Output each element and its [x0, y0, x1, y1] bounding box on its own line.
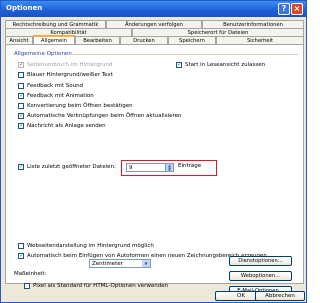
checkbox[interactable]	[18, 252, 24, 259]
option-label: Nachricht als Anlage senden	[27, 123, 106, 129]
unit-label: Maßeinheit:	[14, 271, 47, 277]
chevron-down-icon[interactable]: ▼	[142, 260, 150, 267]
option-animation-feedback[interactable]: Feedback mit Animation	[18, 92, 94, 100]
checkbox[interactable]	[18, 122, 24, 129]
section-title: Allgemeine Optionen	[14, 51, 72, 57]
section-divider	[66, 54, 298, 55]
option-confirm-conversion[interactable]: Konvertierung beim Öffnen bestätigen	[18, 102, 133, 110]
option-recent-files[interactable]: Liste zuletzt geöffneter Dateien:	[18, 163, 116, 171]
option-blue-background[interactable]: Blauer Hintergrund/weißer Text	[18, 71, 113, 79]
cancel-button[interactable]: Abbrechen	[255, 291, 305, 301]
checkbox[interactable]	[18, 103, 24, 109]
option-send-as-attachment[interactable]: Nachricht als Anlage senden	[18, 122, 106, 130]
highlight-box	[121, 160, 217, 176]
unit-select-value: Zentimeter	[92, 261, 123, 267]
checkbox[interactable]	[18, 72, 24, 78]
checkbox[interactable]	[176, 61, 182, 68]
checkbox[interactable]	[18, 112, 24, 119]
option-label: Konvertierung beim Öffnen bestätigen	[27, 103, 133, 109]
title-bar: Optionen ? ×	[1, 1, 306, 17]
option-update-links[interactable]: Automatische Verknüpfungen beim Öffnen a…	[18, 112, 181, 120]
web-options-button[interactable]: Weboptionen...	[229, 271, 292, 281]
checkbox[interactable]	[18, 83, 24, 89]
checkbox[interactable]	[18, 243, 24, 249]
option-pixel-html[interactable]: Pixel als Standard für HTML-Optionen ver…	[24, 282, 168, 290]
option-background-web-rendering[interactable]: Webseitendarstellung im Hintergrund mögl…	[18, 242, 154, 250]
close-button[interactable]: ×	[291, 3, 303, 15]
option-label: Start in Leseansicht zulassen	[185, 62, 266, 68]
service-options-button[interactable]: Dienstoptionen...	[229, 256, 292, 266]
help-button[interactable]: ?	[278, 3, 290, 15]
option-label: Seitenumbruch im Hintergrund	[27, 62, 113, 68]
option-label: Blauer Hintergrund/weißer Text	[27, 72, 113, 78]
unit-select[interactable]: Zentimeter ▼	[89, 259, 151, 268]
checkbox[interactable]	[18, 92, 24, 99]
checkbox[interactable]	[24, 283, 30, 289]
option-label: Liste zuletzt geöffneter Dateien:	[27, 164, 116, 170]
checkbox[interactable]	[18, 61, 24, 68]
window-title: Optionen	[6, 4, 43, 12]
checkbox[interactable]	[18, 163, 24, 170]
option-label: Feedback mit Sound	[27, 83, 84, 89]
option-label: Pixel als Standard für HTML-Optionen ver…	[33, 283, 169, 289]
option-background-pagination[interactable]: Seitenumbruch im Hintergrund	[18, 61, 112, 69]
option-start-reading-view[interactable]: Start in Leseansicht zulassen	[176, 61, 265, 69]
options-dialog: Optionen ? × Rechtschreibung und Grammat…	[0, 0, 307, 303]
option-sound-feedback[interactable]: Feedback mit Sound	[18, 82, 83, 90]
option-label: Feedback mit Animation	[27, 93, 94, 99]
option-label: Automatische Verknüpfungen beim Öffnen a…	[27, 113, 182, 119]
option-label: Webseitendarstellung im Hintergrund mögl…	[27, 243, 154, 249]
